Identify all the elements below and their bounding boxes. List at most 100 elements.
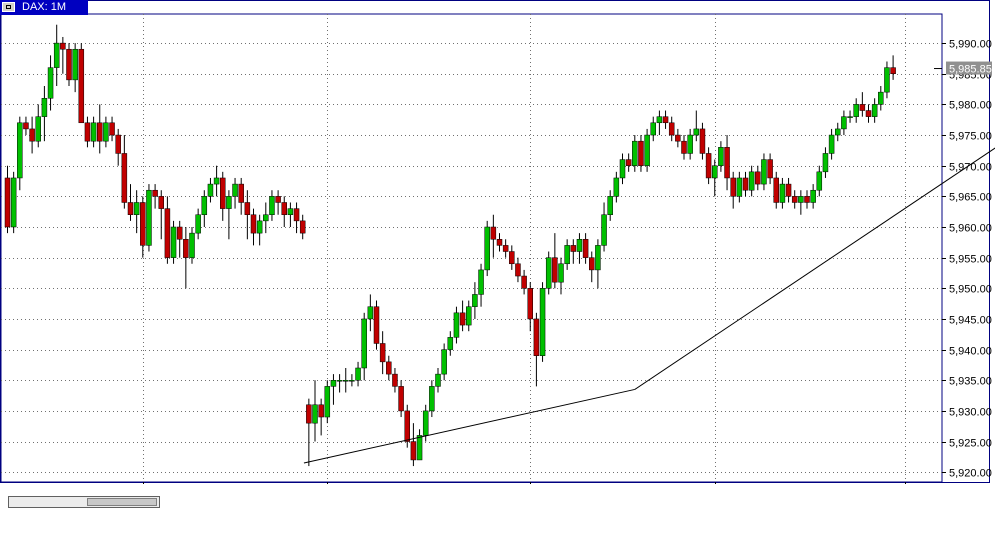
candle [318, 398, 324, 436]
candle-body [53, 42, 60, 68]
candle-body [244, 202, 251, 215]
candle-body [847, 116, 853, 118]
candle [53, 24, 60, 87]
candle-body [97, 122, 103, 142]
candle-body [853, 104, 859, 117]
candle-body [558, 263, 564, 283]
candle [349, 374, 355, 387]
candle [410, 423, 417, 467]
candle [625, 153, 632, 172]
candle-body [767, 159, 773, 179]
candle [41, 86, 48, 142]
scroll-area [0, 484, 990, 510]
candlestick-chart[interactable]: 5,920.00 5,925.00 5,930.00 5,935.00 5,940.00… [0, 0, 995, 484]
candle [730, 171, 736, 209]
candle-body [601, 214, 607, 246]
horizontal-scrollbar[interactable] [8, 496, 160, 508]
candle [90, 116, 97, 148]
candle [47, 55, 54, 111]
candle-body [656, 116, 663, 124]
price-tick-label: 5,965.00 [949, 192, 992, 204]
candle-body [589, 257, 595, 271]
candle [220, 171, 226, 221]
chart-title: DAX: 1M [22, 1, 67, 13]
candle [330, 374, 337, 405]
candle-body [748, 171, 755, 191]
candle-body [90, 122, 97, 142]
candle [373, 300, 380, 350]
candle [755, 165, 761, 191]
candle-body [509, 251, 515, 265]
candle [662, 110, 669, 129]
candle [496, 233, 503, 252]
candle [66, 43, 72, 87]
candle [570, 239, 577, 264]
candle [650, 116, 656, 142]
price-tick-label: 5,970.00 [949, 162, 992, 174]
candle-body [349, 380, 355, 382]
candle-body [23, 122, 29, 130]
candle-body [687, 134, 693, 154]
candle-body [41, 98, 48, 117]
candle-body [250, 214, 257, 234]
candle [681, 135, 687, 160]
candle [232, 177, 238, 209]
candle-body [140, 202, 146, 246]
candle [183, 227, 189, 289]
candle-body [828, 134, 835, 154]
window-menu-icon[interactable] [2, 2, 15, 12]
candle-body [693, 128, 700, 136]
candle-body [201, 196, 208, 215]
candle [392, 367, 398, 393]
candle [601, 202, 607, 252]
candle-body [521, 275, 527, 289]
candle-body [570, 245, 577, 252]
candle [502, 239, 509, 258]
candle [343, 367, 349, 393]
candle [576, 233, 583, 264]
candle-body [299, 220, 306, 234]
candle [705, 147, 712, 185]
candle-body [256, 220, 263, 234]
candle-body [865, 110, 872, 117]
price-tick-label: 5,990.00 [949, 39, 992, 51]
candle [17, 116, 23, 191]
candle-body [878, 91, 884, 105]
trendline [634, 147, 995, 390]
candle [4, 165, 11, 234]
candle-body [275, 196, 281, 203]
candle-body [379, 343, 386, 363]
candle [773, 171, 779, 209]
price-tick-label: 5,930.00 [949, 407, 992, 419]
candle [435, 367, 441, 393]
candle-body [164, 208, 171, 258]
candle [367, 294, 374, 332]
candle [613, 171, 620, 203]
candle-body [176, 226, 183, 240]
candle [201, 190, 208, 227]
candle [668, 116, 675, 142]
candle-body [490, 226, 497, 240]
candle-body [361, 318, 367, 369]
candle [810, 184, 816, 209]
candle-body [330, 380, 337, 387]
candle [853, 98, 859, 123]
chart-title-bar[interactable]: DAX: 1M [0, 0, 88, 15]
candle [287, 202, 294, 227]
candle-body [29, 128, 35, 142]
scroll-thumb[interactable] [87, 498, 157, 506]
candle-body [386, 361, 392, 375]
candle [250, 208, 257, 246]
candle [644, 128, 650, 172]
candle [146, 184, 152, 252]
candle [244, 190, 251, 240]
candle [545, 251, 552, 295]
candle [699, 122, 706, 160]
candle-body [103, 122, 109, 142]
candle [466, 300, 472, 332]
candle-body [779, 183, 786, 203]
candle [804, 190, 810, 209]
candle [336, 374, 343, 393]
candle-body [232, 183, 238, 197]
candle [140, 196, 146, 258]
